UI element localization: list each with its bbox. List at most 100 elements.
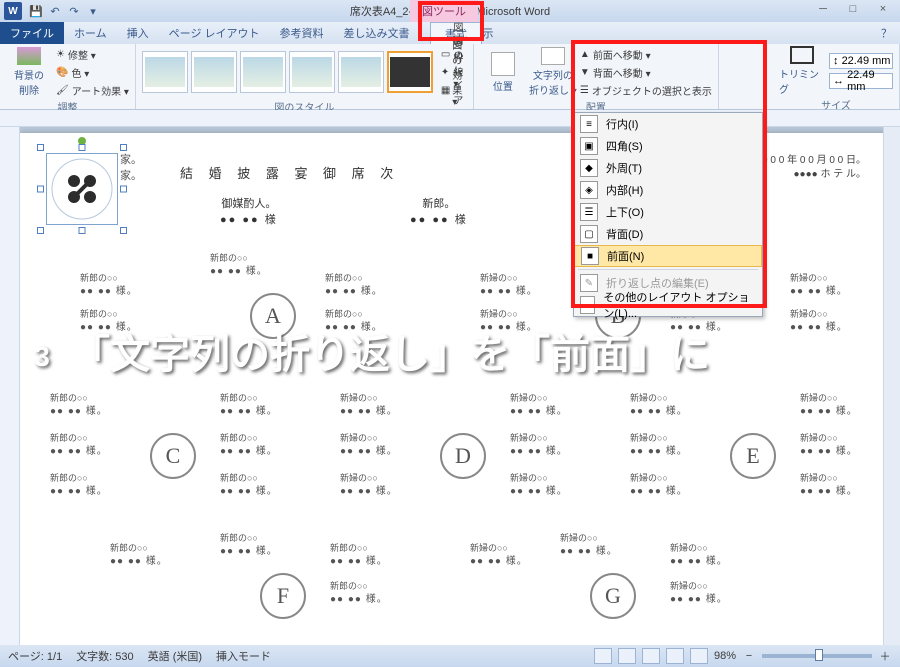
border-icon: ▭ xyxy=(441,49,450,60)
wrap-inline-icon: ≡ xyxy=(580,115,598,133)
guest: 新婦の○○●● ●● 様。 xyxy=(510,433,568,458)
horizontal-ruler[interactable] xyxy=(0,110,900,127)
view-full-screen[interactable] xyxy=(618,648,636,664)
selected-picture[interactable] xyxy=(50,157,114,221)
status-word-count[interactable]: 文字数: 530 xyxy=(76,648,133,664)
group-picture-styles: ▭図の枠線 ▾ ✦図の効果 ▾ ▦図のレイアウト ▾ 図のスタイル xyxy=(136,44,474,109)
tab-mailings[interactable]: 差し込み文書 xyxy=(334,22,420,44)
zoom-slider-thumb[interactable] xyxy=(815,649,823,661)
guest: 新婦の○○●● ●● 様。 xyxy=(340,393,398,418)
style-item[interactable] xyxy=(387,51,433,93)
view-draft[interactable] xyxy=(690,648,708,664)
wrap-behind-icon: ▢ xyxy=(580,225,598,243)
guest: 新郎の○○●● ●● 様。 xyxy=(330,581,388,606)
wrap-tight-icon: ◆ xyxy=(580,159,598,177)
guest: 新郎の○○●● ●● 様。 xyxy=(220,393,278,418)
close-button[interactable]: × xyxy=(869,0,897,18)
effects-icon: ✦ xyxy=(441,67,449,78)
zoom-out-button[interactable]: − xyxy=(742,650,756,662)
guest: 新婦の○○●● ●● 様。 xyxy=(630,393,688,418)
wrap-square[interactable]: ▣四角(S) xyxy=(574,135,762,157)
guest: 新郎の○○●● ●● 様。 xyxy=(220,533,278,558)
table-label: G xyxy=(590,573,636,619)
status-language[interactable]: 英語 (米国) xyxy=(148,648,202,664)
table-label: E xyxy=(730,433,776,479)
style-item[interactable] xyxy=(338,51,384,93)
wrap-inline[interactable]: ≡行内(I) xyxy=(574,113,762,135)
qat-more-button[interactable]: ▾ xyxy=(85,3,101,19)
bring-forward-button[interactable]: ▲前面へ移動 ▾ xyxy=(580,46,712,62)
save-button[interactable]: 💾 xyxy=(28,3,44,19)
style-item[interactable] xyxy=(289,51,335,93)
tab-page-layout[interactable]: ページ レイアウト xyxy=(159,22,270,44)
picture-style-gallery[interactable] xyxy=(142,51,433,93)
remove-bg-icon xyxy=(17,47,41,65)
guest: 新婦の○○●● ●● 様。 xyxy=(470,543,528,568)
wrap-tight[interactable]: ◆外周(T) xyxy=(574,157,762,179)
crop-button[interactable]: トリミング xyxy=(779,46,825,96)
guest: 新婦の○○●● ●● 様。 xyxy=(800,393,858,418)
group-size: トリミング ↕ 22.49 mm ↔ 22.49 mm サイズ xyxy=(773,44,900,109)
wrap-behind[interactable]: ▢背面(D) xyxy=(574,223,762,245)
tab-file[interactable]: ファイル xyxy=(0,22,64,44)
style-item[interactable] xyxy=(240,51,286,93)
width-icon: ↔ xyxy=(833,75,844,87)
brightness-icon: ☀ xyxy=(56,49,65,60)
style-item[interactable] xyxy=(191,51,237,93)
maximize-button[interactable]: □ xyxy=(839,0,867,18)
guest: 新郎の○○●● ●● 様。 xyxy=(50,393,108,418)
remove-background-button[interactable]: 背景の 削除 xyxy=(6,47,52,97)
guest: 新郎の○○●● ●● 様。 xyxy=(220,473,278,498)
view-print-layout[interactable] xyxy=(594,648,612,664)
width-field[interactable]: ↔ 22.49 mm xyxy=(829,73,893,89)
tab-home[interactable]: ホーム xyxy=(64,22,117,44)
send-backward-button[interactable]: ▼背面へ移動 ▾ xyxy=(580,64,712,80)
zoom-level[interactable]: 98% xyxy=(714,650,736,662)
wrap-top-bottom[interactable]: ☰上下(O) xyxy=(574,201,762,223)
artistic-effects-button[interactable]: 🖌アート効果 ▾ xyxy=(56,82,129,98)
guest: 新婦の○○●● ●● 様。 xyxy=(800,473,858,498)
corrections-button[interactable]: ☀修整 ▾ xyxy=(56,46,129,62)
guest: 新婦の○○●● ●● 様。 xyxy=(340,473,398,498)
picture-layout-button[interactable]: ▦図のレイアウト ▾ xyxy=(441,82,467,98)
status-page[interactable]: ページ: 1/1 xyxy=(8,648,62,664)
guest: 新婦の○○●● ●● 様。 xyxy=(560,533,618,558)
document-area: 家。 家。 結 婚 披 露 宴 御 席 次 0 0 0 0 年 0 0 月 0 … xyxy=(0,127,900,645)
vertical-scrollbar[interactable] xyxy=(883,127,900,645)
more-layout-icon: ⋯ xyxy=(580,296,595,314)
more-layout-options[interactable]: ⋯その他のレイアウト オプション(L)... xyxy=(574,294,762,316)
style-item[interactable] xyxy=(142,51,188,93)
view-web-layout[interactable] xyxy=(642,648,660,664)
undo-button[interactable]: ↶ xyxy=(47,3,63,19)
color-icon: 🎨 xyxy=(56,67,68,78)
position-button[interactable]: 位置 xyxy=(480,47,526,97)
redo-button[interactable]: ↷ xyxy=(66,3,82,19)
height-field[interactable]: ↕ 22.49 mm xyxy=(829,53,893,69)
wrap-topbottom-icon: ☰ xyxy=(580,203,598,221)
zoom-in-button[interactable]: ＋ xyxy=(878,648,892,664)
group-adjust: 背景の 削除 ☀修整 ▾ 🎨色 ▾ 🖌アート効果 ▾ 調整 xyxy=(0,44,136,109)
color-button[interactable]: 🎨色 ▾ xyxy=(56,64,129,80)
zoom-slider[interactable] xyxy=(762,654,872,658)
guest: 新郎の○○●● ●● 様。 xyxy=(110,543,168,568)
status-insert-mode[interactable]: 挿入モード xyxy=(216,648,271,664)
selection-pane-button[interactable]: ☰オブジェクトの選択と表示 xyxy=(580,82,712,98)
tab-insert[interactable]: 挿入 xyxy=(117,22,159,44)
annotation-step-number: 3 xyxy=(20,335,64,379)
tab-references[interactable]: 参考資料 xyxy=(270,22,334,44)
date-line: 0 0 0 0 年 0 0 月 0 0 日。 xyxy=(754,151,866,166)
wrap-front[interactable]: ■前面(N) xyxy=(574,245,762,267)
selection-pane-icon: ☰ xyxy=(580,85,589,96)
table-label: C xyxy=(150,433,196,479)
minimize-button[interactable]: ─ xyxy=(809,0,837,18)
document-main-title: 結 婚 披 露 宴 御 席 次 xyxy=(180,163,399,182)
wrap-text-menu: ≡行内(I) ▣四角(S) ◆外周(T) ◈内部(H) ☰上下(O) ▢背面(D… xyxy=(573,112,763,317)
wrap-through[interactable]: ◈内部(H) xyxy=(574,179,762,201)
wrap-text-button[interactable]: 文字列の 折り返し ▾ xyxy=(530,47,576,97)
help-button[interactable]: ？ xyxy=(881,25,892,41)
vertical-ruler[interactable] xyxy=(0,127,20,645)
layout-icon: ▦ xyxy=(441,85,450,96)
view-outline[interactable] xyxy=(666,648,684,664)
groom-block: 新郎。●● ●● 様 xyxy=(410,195,468,227)
word-app-icon: W xyxy=(4,2,22,20)
